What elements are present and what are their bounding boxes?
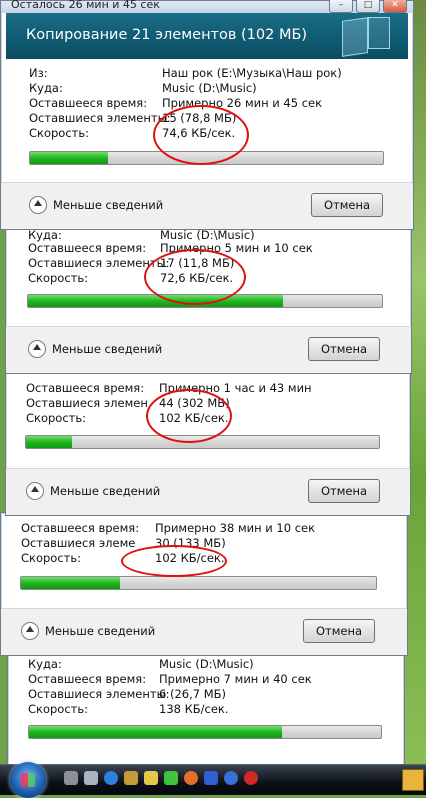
window-title: Осталось 26 мин и 45 сек — [11, 0, 160, 11]
app-icon[interactable] — [64, 771, 78, 785]
items-value: 30 (133 МБ) — [155, 536, 226, 550]
internet-explorer-icon[interactable] — [104, 771, 118, 785]
progress-bar — [29, 151, 384, 165]
progress-bar — [25, 435, 380, 449]
speed-value: 102 КБ/сек. — [159, 411, 229, 425]
copy-dialog-1: Осталось 26 мин и 45 сек – □ ✕ Копирован… — [0, 0, 414, 230]
chevron-up-icon — [21, 622, 39, 640]
cancel-button[interactable]: Отмена — [308, 337, 380, 361]
progress-fill — [28, 295, 283, 307]
chevron-up-icon — [29, 196, 47, 214]
firefox-icon[interactable] — [184, 771, 198, 785]
progress-fill — [26, 436, 72, 448]
folder-icon[interactable] — [144, 771, 158, 785]
speed-label: Скорость: — [28, 271, 89, 285]
items-label: Оставшиеся элеме — [21, 536, 136, 550]
signal-icon[interactable] — [164, 771, 178, 785]
dialog-footer: Меньше сведений Отмена — [6, 326, 411, 373]
media-icon[interactable] — [224, 771, 238, 785]
items-label: Оставшиеся элементы: — [28, 687, 170, 701]
to-label: Куда: — [29, 81, 63, 95]
speed-label: Скорость: — [26, 411, 87, 425]
less-details-toggle[interactable]: Меньше сведений — [26, 482, 160, 500]
cancel-button[interactable]: Отмена — [303, 619, 375, 643]
folder-icon — [368, 17, 390, 49]
items-value: 44 (302 МБ) — [159, 396, 230, 410]
less-details-label: Меньше сведений — [53, 198, 164, 212]
dialog-footer: Меньше сведений Отмена — [1, 182, 413, 229]
progress-bar — [28, 725, 382, 739]
maximize-button[interactable]: □ — [356, 0, 380, 13]
copy-dialog-5: Куда: Music (D:\Music) Оставшееся время:… — [7, 652, 405, 769]
items-value: 17 (11,8 МБ) — [160, 256, 235, 270]
time-label: Оставшееся время: — [28, 672, 147, 686]
items-label: Оставшиеся элемен — [26, 396, 148, 410]
speed-value: 74,6 КБ/сек. — [162, 126, 236, 140]
time-value: Примерно 26 мин и 45 сек — [162, 96, 323, 110]
less-details-toggle[interactable]: Меньше сведений — [21, 622, 155, 640]
speed-value: 72,6 КБ/сек. — [160, 271, 234, 285]
progress-bar — [27, 294, 383, 308]
copy-animation-icon — [342, 17, 368, 57]
dialog-footer: Меньше сведений Отмена — [6, 468, 410, 515]
from-label: Из: — [29, 66, 48, 80]
copy-dialog-3: Оставшееся время: Примерно 1 час и 43 ми… — [5, 370, 411, 516]
items-label: Оставшиеся элементы: — [28, 256, 170, 270]
less-details-label: Меньше сведений — [50, 484, 161, 498]
speed-label: Скорость: — [28, 702, 89, 716]
minimize-button[interactable]: – — [329, 0, 353, 13]
less-details-label: Меньше сведений — [45, 624, 156, 638]
less-details-toggle[interactable]: Меньше сведений — [28, 340, 162, 358]
power-icon[interactable] — [244, 771, 258, 785]
time-label: Оставшееся время: — [21, 521, 140, 535]
close-button[interactable]: ✕ — [383, 0, 407, 13]
time-value: Примерно 38 мин и 10 сек — [155, 521, 316, 535]
folder-icon[interactable] — [402, 769, 424, 791]
progress-bar — [20, 576, 377, 590]
less-details-toggle[interactable]: Меньше сведений — [29, 196, 163, 214]
items-value: 6 (26,7 МБ) — [159, 687, 227, 701]
network-icon[interactable] — [124, 771, 138, 785]
to-label: Куда: — [28, 228, 62, 242]
dialog-header: Копирование 21 элементов (102 МБ) — [6, 13, 408, 59]
copy-dialog-2: Куда: Music (D:\Music) Оставшееся время:… — [5, 228, 412, 374]
progress-fill — [21, 577, 121, 589]
start-button[interactable] — [10, 762, 46, 798]
dialog-footer: Меньше сведений Отмена — [1, 608, 407, 655]
quick-launch — [64, 771, 258, 785]
items-label: Оставшиеся элементы: — [29, 111, 171, 125]
time-label: Оставшееся время: — [26, 381, 145, 395]
time-value: Примерно 5 мин и 10 сек — [160, 241, 313, 255]
items-value: 15 (78,8 МБ) — [162, 111, 237, 125]
less-details-label: Меньше сведений — [52, 342, 163, 356]
progress-fill — [30, 152, 108, 164]
time-label: Оставшееся время: — [29, 96, 148, 110]
from-value: Наш рок (E:\Музыка\Наш рок) — [162, 66, 342, 80]
to-value: Music (D:\Music) — [159, 657, 254, 671]
speed-label: Скорость: — [21, 551, 82, 565]
time-value: Примерно 7 мин и 40 сек — [159, 672, 312, 686]
to-value: Music (D:\Music) — [160, 228, 255, 242]
cancel-button[interactable]: Отмена — [308, 479, 380, 503]
time-value: Примерно 1 час и 43 мин — [159, 381, 312, 395]
speed-label: Скорость: — [29, 126, 90, 140]
to-value: Music (D:\Music) — [162, 81, 257, 95]
taskbar — [0, 762, 426, 798]
chevron-up-icon — [28, 340, 46, 358]
cancel-button[interactable]: Отмена — [311, 193, 383, 217]
copy-dialog-4: Оставшееся время: Примерно 38 мин и 10 с… — [0, 512, 408, 656]
calculator-icon[interactable] — [84, 771, 98, 785]
title-bar: Осталось 26 мин и 45 сек – □ ✕ — [1, 0, 413, 13]
chevron-up-icon — [26, 482, 44, 500]
dialog-title: Копирование 21 элементов (102 МБ) — [26, 27, 308, 43]
time-label: Оставшееся время: — [28, 241, 147, 255]
bluetooth-icon[interactable] — [204, 771, 218, 785]
to-label: Куда: — [28, 657, 62, 671]
speed-value: 138 КБ/сек. — [159, 702, 229, 716]
progress-fill — [29, 726, 283, 738]
speed-value: 102 КБ/сек. — [155, 551, 225, 565]
